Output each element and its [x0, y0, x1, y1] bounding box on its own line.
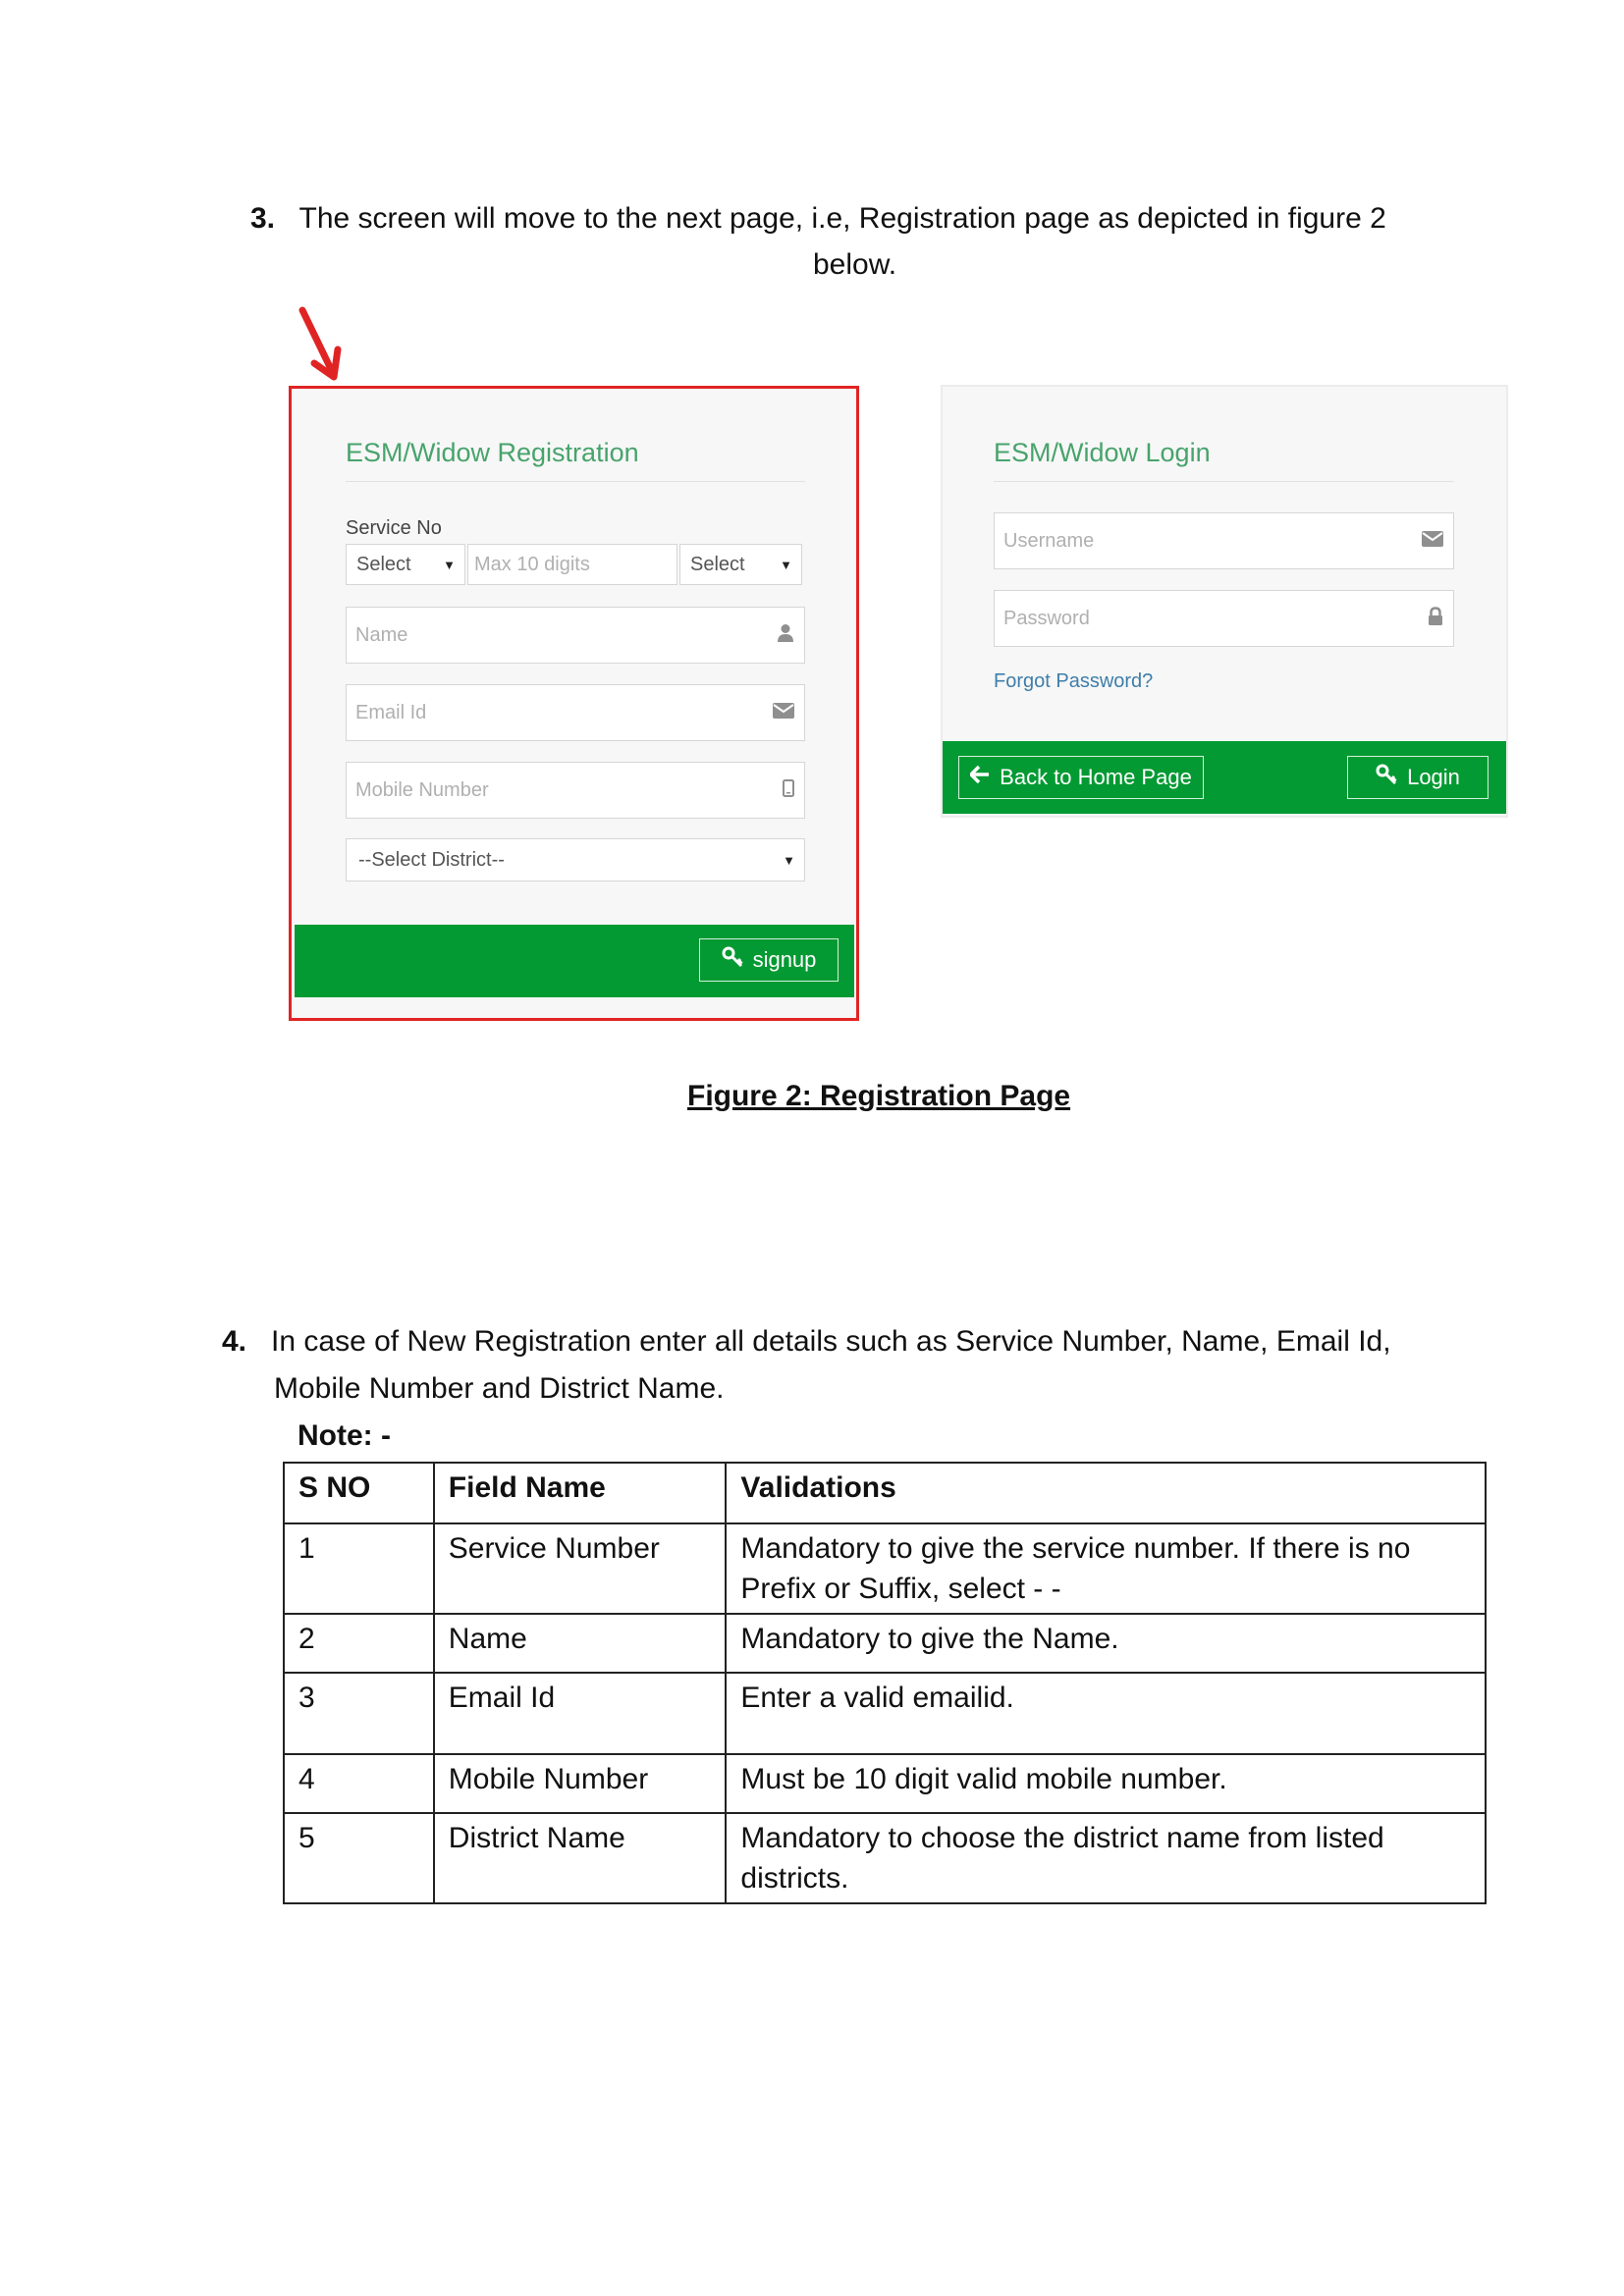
cell-sno: 3 — [283, 1672, 435, 1755]
cell-field: District Name — [432, 1812, 728, 1904]
caret-down-icon: ▼ — [783, 852, 795, 868]
envelope-icon — [773, 703, 794, 722]
envelope-icon — [1422, 531, 1443, 551]
cell-field: Name — [432, 1613, 728, 1674]
caret-down-icon: ▼ — [443, 557, 456, 572]
cell-sno: 1 — [283, 1522, 435, 1615]
step-4-text: In case of New Registration enter all de… — [271, 1325, 1391, 1358]
password-input[interactable]: Password — [994, 590, 1454, 647]
step-4-number: 4. — [222, 1325, 247, 1358]
back-to-home-label: Back to Home Page — [1000, 765, 1192, 789]
district-select-value: --Select District-- — [358, 848, 505, 871]
service-no-label: Service No — [346, 517, 442, 539]
name-placeholder: Name — [355, 623, 408, 646]
service-no-placeholder: Max 10 digits — [474, 553, 590, 575]
table-row: 5 District Name Mandatory to choose the … — [283, 1812, 1487, 1904]
name-input[interactable]: Name — [346, 607, 805, 664]
username-input[interactable]: Username — [994, 512, 1454, 569]
mobile-icon — [783, 779, 794, 801]
figure-caption: Figure 2: Registration Page — [687, 1080, 1071, 1112]
back-to-home-button[interactable]: Back to Home Page — [958, 756, 1204, 799]
note-label: Note: - — [298, 1419, 391, 1452]
cell-validation: Mandatory to choose the district name fr… — [725, 1812, 1487, 1904]
signup-button[interactable]: signup — [699, 938, 839, 982]
cell-sno: 2 — [283, 1613, 435, 1674]
district-select[interactable]: --Select District-- ▼ — [346, 838, 805, 881]
email-placeholder: Email Id — [355, 701, 427, 723]
cell-field: Mobile Number — [432, 1753, 728, 1814]
cell-field: Email Id — [432, 1672, 728, 1755]
service-no-input[interactable]: Max 10 digits — [467, 544, 677, 585]
prefix-select-value: Select — [356, 553, 411, 575]
step-3-line-2: below. — [813, 248, 897, 281]
username-placeholder: Username — [1003, 529, 1095, 552]
step-4-line-2: Mobile Number and District Name. — [274, 1372, 725, 1405]
header-validations: Validations — [725, 1462, 1487, 1524]
table-row: 1 Service Number Mandatory to give the s… — [283, 1522, 1487, 1615]
cell-sno: 5 — [283, 1812, 435, 1904]
signup-label: signup — [752, 947, 817, 972]
arrow-left-icon — [969, 765, 990, 789]
step-3-text: The screen will move to the next page, i… — [298, 202, 1386, 235]
email-input[interactable]: Email Id — [346, 684, 805, 741]
user-icon — [777, 623, 794, 647]
cell-validation: Mandatory to give the Name. — [725, 1613, 1487, 1674]
mobile-placeholder: Mobile Number — [355, 778, 489, 801]
table-header-row: S NO Field Name Validations — [283, 1462, 1487, 1524]
login-title-divider — [994, 481, 1454, 482]
step-4-line-1: 4. In case of New Registration enter all… — [222, 1319, 1391, 1364]
key-icon — [1376, 764, 1397, 791]
registration-title: ESM/Widow Registration — [346, 438, 639, 467]
cell-field: Service Number — [432, 1522, 728, 1615]
header-field-name: Field Name — [432, 1462, 728, 1524]
table-row: 3 Email Id Enter a valid emailid. — [283, 1672, 1487, 1755]
suffix-select-value: Select — [690, 553, 745, 575]
forgot-password-link[interactable]: Forgot Password? — [994, 670, 1153, 693]
validation-table: S NO Field Name Validations 1 Service Nu… — [283, 1462, 1487, 1904]
header-sno: S NO — [283, 1462, 435, 1524]
prefix-select[interactable]: Select ▼ — [346, 544, 465, 585]
login-button[interactable]: Login — [1347, 756, 1489, 799]
table-row: 2 Name Mandatory to give the Name. — [283, 1613, 1487, 1674]
caret-down-icon: ▼ — [780, 557, 792, 572]
cell-validation: Must be 10 digit valid mobile number. — [725, 1753, 1487, 1814]
red-arrow-icon — [298, 306, 342, 381]
login-title: ESM/Widow Login — [994, 438, 1211, 467]
suffix-select[interactable]: Select ▼ — [679, 544, 802, 585]
table-row: 4 Mobile Number Must be 10 digit valid m… — [283, 1753, 1487, 1814]
cell-validation: Mandatory to give the service number. If… — [725, 1522, 1487, 1615]
key-icon — [722, 946, 743, 974]
cell-validation: Enter a valid emailid. — [725, 1672, 1487, 1755]
login-label: Login — [1407, 765, 1460, 789]
registration-title-divider — [346, 481, 805, 482]
password-placeholder: Password — [1003, 607, 1090, 629]
mobile-input[interactable]: Mobile Number — [346, 762, 805, 819]
step-3-line-1: 3. The screen will move to the next page… — [250, 196, 1386, 241]
cell-sno: 4 — [283, 1753, 435, 1814]
step-3-number: 3. — [250, 202, 276, 235]
lock-icon — [1428, 607, 1443, 630]
